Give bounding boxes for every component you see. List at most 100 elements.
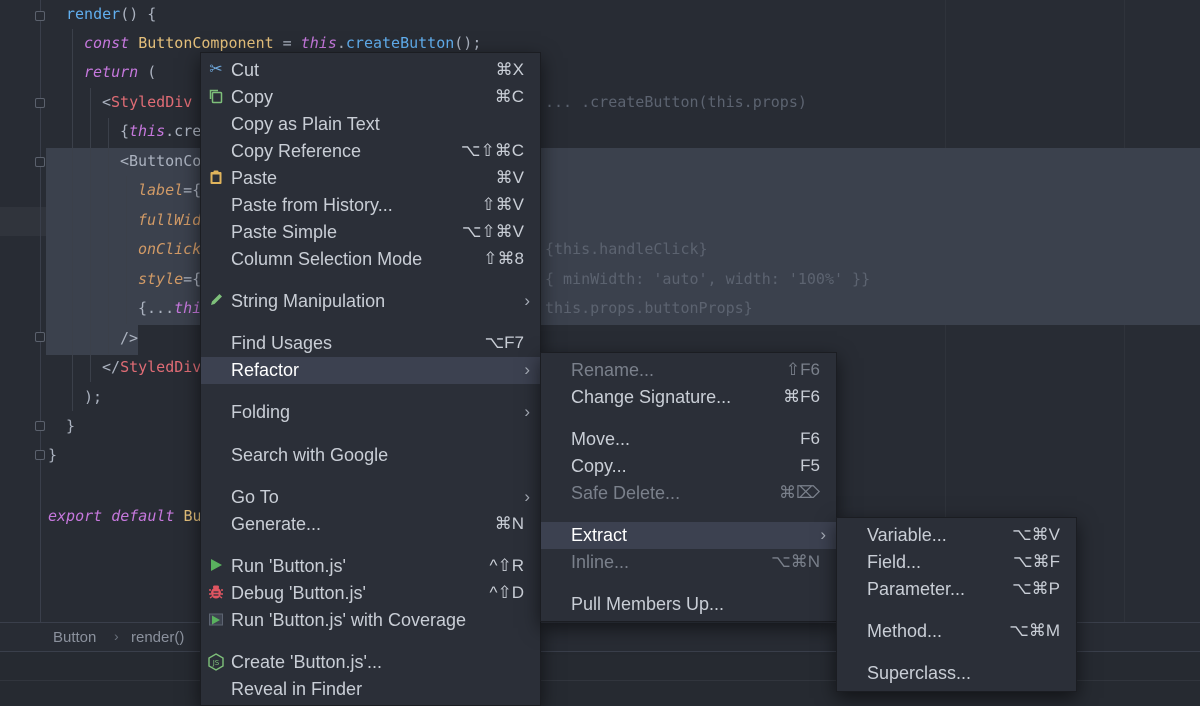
menu-item-debug[interactable]: Debug 'Button.js' ^⇧D — [201, 580, 540, 607]
menu-item-shortcut: ⌘F6 — [783, 387, 820, 406]
code-token: Bu — [183, 507, 202, 525]
fold-marker-icon[interactable] — [35, 157, 45, 167]
menu-item-reveal-in-finder[interactable]: Reveal in Finder — [201, 676, 540, 703]
menu-item-label: Variable... — [867, 525, 947, 545]
menu-item-shortcut: ⌘C — [494, 87, 524, 106]
fold-marker-icon[interactable] — [35, 332, 45, 342]
menu-item-paste-simple[interactable]: Paste Simple ⌥⇧⌘V — [201, 219, 540, 246]
code-token: () { — [120, 5, 157, 23]
menu-item-shortcut: F6 — [800, 429, 820, 448]
menu-item-run[interactable]: Run 'Button.js' ^⇧R — [201, 553, 540, 580]
code-line: <ButtonCo — [120, 147, 201, 176]
code-ghost-text: ... .createButton(this.props) — [545, 93, 807, 111]
nodejs-icon: JS — [207, 653, 225, 671]
menu-item-find-usages[interactable]: Find Usages ⌥F7 — [201, 330, 540, 357]
menu-item-extract-superclass[interactable]: Superclass... — [837, 660, 1076, 687]
menu-item-shortcut: ⇧⌘V — [481, 195, 524, 214]
menu-item-pull-members-up[interactable]: Pull Members Up... — [541, 591, 836, 618]
indent-guide — [90, 88, 91, 382]
menu-item-folding[interactable]: Folding › — [201, 399, 540, 426]
menu-item-label: Paste — [231, 168, 278, 188]
chevron-right-icon: › — [524, 360, 530, 379]
menu-item-label: Create 'Button.js'... — [231, 652, 382, 672]
menu-item-extract-variable[interactable]: Variable... ⌥⌘V — [837, 522, 1076, 549]
pencil-icon — [207, 292, 225, 310]
menu-item-rename[interactable]: Rename... ⇧F6 — [541, 357, 836, 384]
menu-item-label: Field... — [867, 552, 922, 572]
menu-item-label: Go To — [231, 487, 279, 507]
menu-item-paste[interactable]: Paste ⌘V — [201, 165, 540, 192]
indent-guide — [126, 176, 127, 324]
menu-item-label: Debug 'Button.js' — [231, 583, 366, 603]
menu-item-paste-from-history[interactable]: Paste from History... ⇧⌘V — [201, 192, 540, 219]
menu-item-extract-parameter[interactable]: Parameter... ⌥⌘P — [837, 576, 1076, 603]
menu-item-cut[interactable]: ✂ Cut ⌘X — [201, 57, 540, 84]
code-token: fullWid — [138, 211, 202, 229]
menu-item-label: Extract — [571, 525, 628, 545]
fold-marker-icon[interactable] — [35, 421, 45, 431]
menu-item-shortcut: F5 — [800, 456, 820, 475]
code-line: label={ — [138, 176, 201, 205]
fold-marker-icon[interactable] — [35, 98, 45, 108]
menu-item-generate[interactable]: Generate... ⌘N — [201, 511, 540, 538]
menu-item-move[interactable]: Move... F6 — [541, 426, 836, 453]
menu-item-label: Run 'Button.js' with Coverage — [231, 610, 466, 630]
menu-item-copy-refactor[interactable]: Copy... F5 — [541, 453, 836, 480]
breadcrumb-separator-icon: › — [114, 628, 119, 644]
menu-item-extract-field[interactable]: Field... ⌥⌘F — [837, 549, 1076, 576]
code-token: ={ — [183, 270, 202, 288]
code-ghost-text: this.props.buttonProps} — [545, 299, 753, 317]
code-token: this — [300, 34, 337, 52]
fold-marker-icon[interactable] — [35, 450, 45, 460]
code-line: <StyledDiv — [102, 88, 192, 117]
breadcrumb-item-method[interactable]: render() — [131, 629, 184, 646]
menu-item-label: String Manipulation — [231, 291, 386, 311]
extract-submenu: Variable... ⌥⌘V Field... ⌥⌘F Parameter..… — [836, 517, 1077, 692]
menu-item-string-manipulation[interactable]: String Manipulation › — [201, 288, 540, 315]
menu-item-copy-plain-text[interactable]: Copy as Plain Text — [201, 111, 540, 138]
chevron-right-icon: › — [524, 487, 530, 506]
fold-marker-icon[interactable] — [35, 11, 45, 21]
menu-item-inline[interactable]: Inline... ⌥⌘N — [541, 549, 836, 576]
menu-item-search-with-google[interactable]: Search with Google — [201, 442, 540, 469]
menu-item-change-signature[interactable]: Change Signature... ⌘F6 — [541, 384, 836, 411]
code-line: export default Bu — [48, 502, 202, 531]
menu-item-extract[interactable]: Extract › — [541, 522, 836, 549]
menu-item-shortcut: ⇧F6 — [785, 360, 820, 379]
code-token: ); — [84, 388, 103, 406]
menu-item-refactor[interactable]: Refactor › — [201, 357, 540, 384]
menu-item-run-with-coverage[interactable]: Run 'Button.js' with Coverage — [201, 607, 540, 634]
code-line: </StyledDiv — [102, 353, 201, 382]
chevron-right-icon: › — [820, 525, 826, 544]
menu-item-shortcut: ⇧⌘8 — [483, 249, 524, 268]
breadcrumb-item-file[interactable]: Button — [53, 629, 96, 646]
menu-item-label: Copy... — [571, 456, 627, 476]
code-token: return — [84, 63, 139, 81]
menu-item-copy-reference[interactable]: Copy Reference ⌥⇧⌘C — [201, 138, 540, 165]
code-token: ={ — [183, 181, 202, 199]
menu-item-label: Change Signature... — [571, 387, 732, 407]
menu-item-column-selection-mode[interactable]: Column Selection Mode ⇧⌘8 — [201, 246, 540, 273]
menu-item-shortcut: ⌥⌘P — [1012, 579, 1060, 598]
refactor-submenu: Rename... ⇧F6 Change Signature... ⌘F6 Mo… — [540, 352, 837, 622]
menu-item-create-run-config[interactable]: JS Create 'Button.js'... — [201, 649, 540, 676]
menu-item-label: Column Selection Mode — [231, 249, 423, 269]
menu-item-label: Search with Google — [231, 445, 389, 465]
menu-item-shortcut: ^⇧D — [489, 583, 525, 602]
menu-item-copy[interactable]: Copy ⌘C — [201, 84, 540, 111]
menu-item-label: Superclass... — [867, 663, 972, 683]
code-line: } — [66, 412, 75, 441]
menu-item-go-to[interactable]: Go To › — [201, 484, 540, 511]
menu-item-safe-delete[interactable]: Safe Delete... ⌘⌦ — [541, 480, 836, 507]
menu-item-extract-method[interactable]: Method... ⌥⌘M — [837, 618, 1076, 645]
menu-item-shortcut: ⌥⌘V — [1012, 525, 1060, 544]
menu-item-shortcut: ⌘⌦ — [778, 483, 820, 502]
menu-item-label: Refactor — [231, 360, 300, 380]
menu-item-label: Paste Simple — [231, 222, 338, 242]
menu-item-shortcut: ⌘V — [495, 168, 524, 187]
menu-item-label: Move... — [571, 429, 631, 449]
menu-item-shortcut: ⌥⇧⌘V — [461, 222, 524, 241]
coverage-icon — [207, 611, 225, 629]
menu-item-label: Inline... — [571, 552, 630, 572]
menu-item-shortcut: ^⇧R — [489, 556, 525, 575]
